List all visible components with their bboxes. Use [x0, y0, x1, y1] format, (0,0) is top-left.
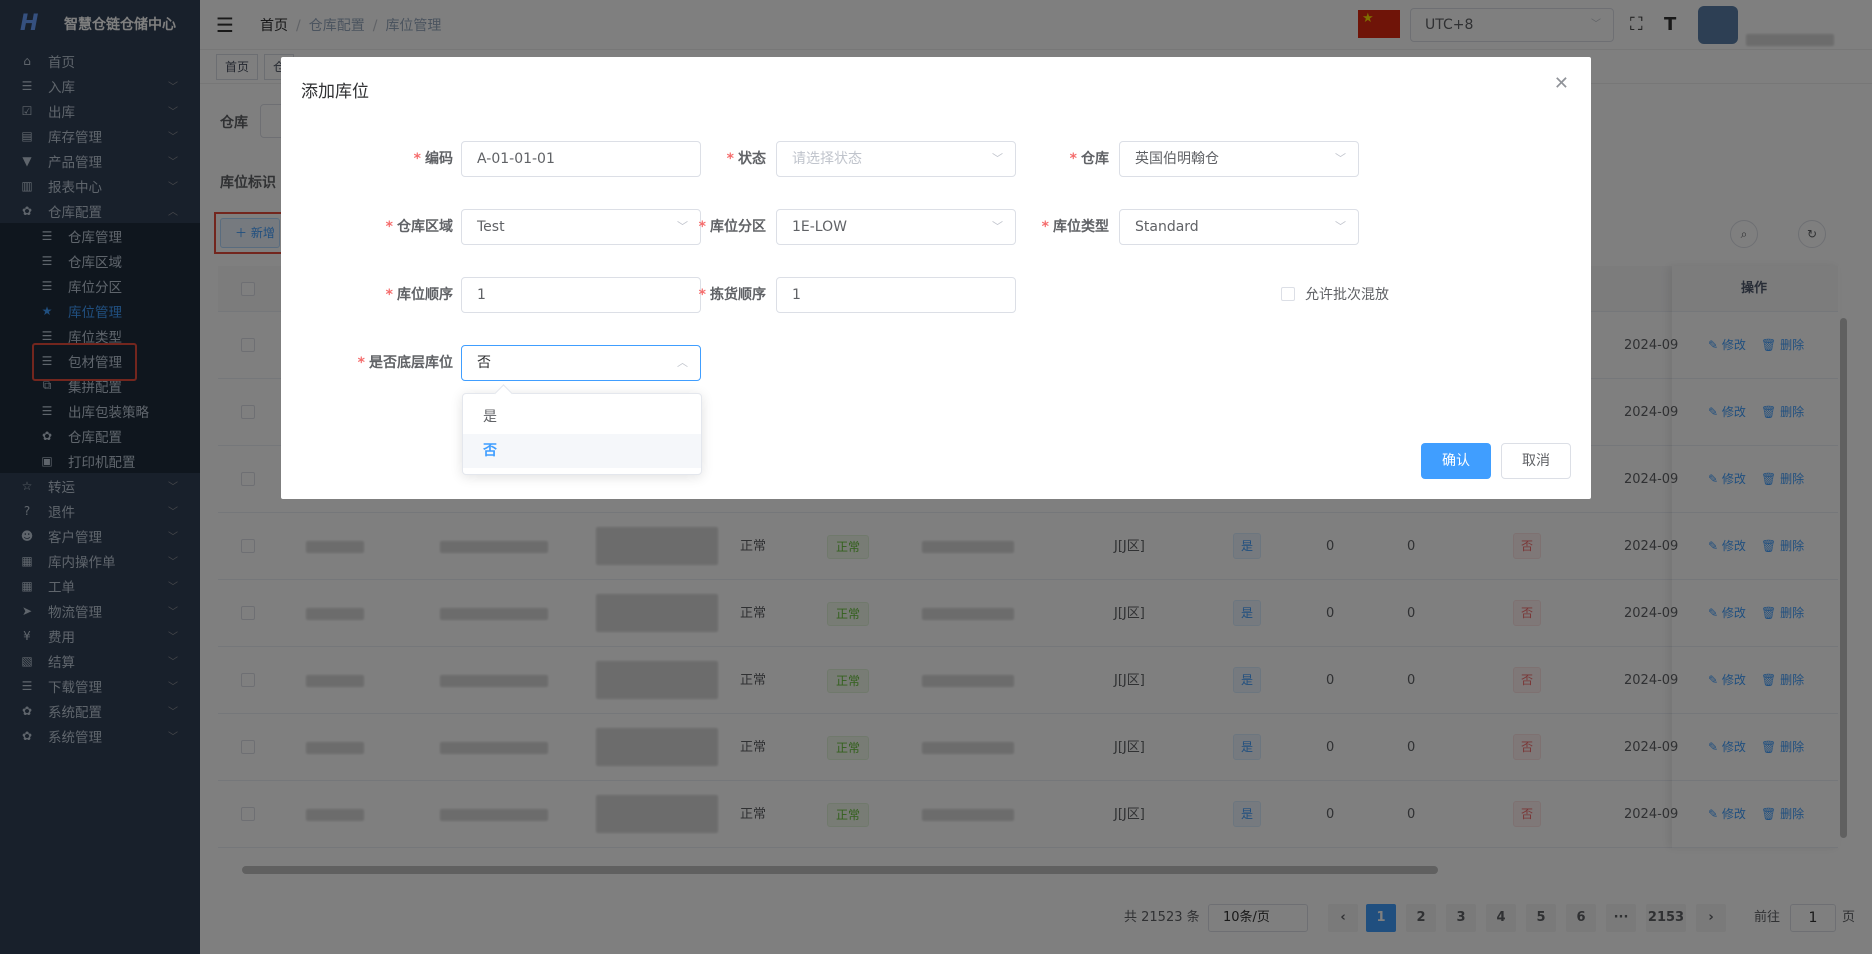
partition-label: * 库位分区 [698, 219, 766, 235]
mix-batch-label: 允许批次混放 [1305, 287, 1389, 303]
chevron-up-icon: ︿ [677, 356, 688, 369]
is-bottom-dropdown: 是 否 [462, 393, 702, 475]
dialog-title: 添加库位 [301, 82, 369, 102]
cancel-button[interactable]: 取消 [1501, 443, 1571, 479]
confirm-button[interactable]: 确认 [1421, 443, 1491, 479]
dropdown-option-yes[interactable]: 是 [463, 400, 701, 434]
warehouse-label: * 仓库 [1069, 151, 1109, 167]
mix-batch-checkbox[interactable]: 允许批次混放 [1281, 277, 1389, 313]
warehouse-select[interactable]: 英国伯明翰仓 ﹀ [1119, 141, 1359, 177]
type-select[interactable]: Standard ﹀ [1119, 209, 1359, 245]
pick-order-input[interactable]: 1 [776, 277, 1016, 313]
is-bottom-label: * 是否底层库位 [357, 355, 453, 371]
area-label: * 仓库区域 [385, 219, 453, 235]
pick-order-label: * 拣货顺序 [698, 287, 766, 303]
order-label: * 库位顺序 [385, 287, 453, 303]
status-label: * 状态 [726, 151, 766, 167]
dropdown-option-no[interactable]: 否 [463, 434, 701, 468]
chevron-down-icon: ﹀ [1335, 220, 1346, 233]
type-label: * 库位类型 [1041, 219, 1109, 235]
checkbox-box[interactable] [1281, 287, 1295, 301]
chevron-down-icon: ﹀ [1335, 152, 1346, 165]
code-label: * 编码 [413, 151, 453, 167]
close-icon[interactable]: ✕ [1554, 73, 1569, 94]
is-bottom-select[interactable]: 否 ︿ [461, 345, 701, 381]
